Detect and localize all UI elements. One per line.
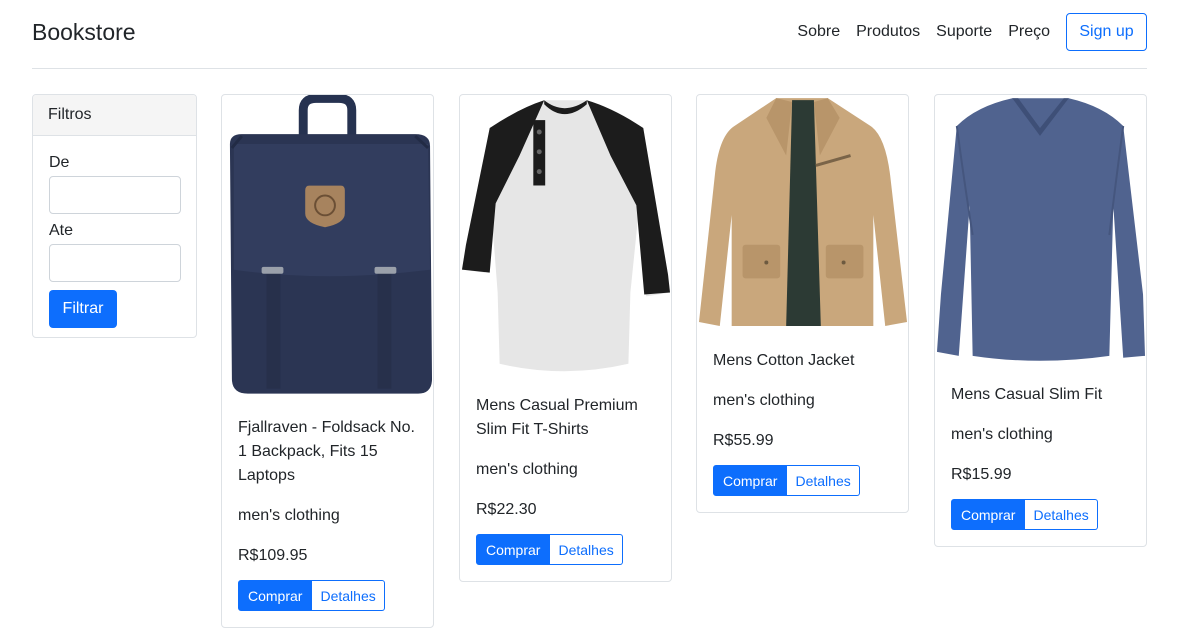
product-card: Mens Cotton Jacket men's clothing R$55.9… xyxy=(696,94,909,513)
details-button[interactable]: Detalhes xyxy=(787,465,860,496)
from-label: De xyxy=(49,154,70,171)
product-actions: Comprar Detalhes xyxy=(238,580,417,611)
product-actions: Comprar Detalhes xyxy=(951,499,1130,530)
shirt-image xyxy=(935,96,1146,366)
buy-button[interactable]: Comprar xyxy=(951,499,1026,530)
brand-logo[interactable]: Bookstore xyxy=(32,19,136,46)
product-title: Fjallraven - Foldsack No. 1 Backpack, Fi… xyxy=(238,419,415,484)
product-card: Mens Casual Slim Fit men's clothing R$15… xyxy=(934,94,1147,547)
buy-button[interactable]: Comprar xyxy=(238,580,313,611)
to-input[interactable] xyxy=(49,244,181,282)
card-body: Mens Casual Premium Slim Fit T-Shirts me… xyxy=(460,378,671,581)
product-title: Mens Casual Slim Fit xyxy=(951,386,1103,403)
product-title: Mens Cotton Jacket xyxy=(713,352,855,369)
nav-menu: Sobre Produtos Suporte Preço Sign up xyxy=(797,13,1147,51)
from-input[interactable] xyxy=(49,176,181,214)
filter-button[interactable]: Filtrar xyxy=(49,290,117,328)
card-body: Mens Casual Slim Fit men's clothing R$15… xyxy=(935,367,1146,546)
nav-link-produtos[interactable]: Produtos xyxy=(856,13,920,51)
product-price: R$22.30 xyxy=(476,501,537,518)
product-category: men's clothing xyxy=(951,426,1053,443)
buy-button[interactable]: Comprar xyxy=(476,534,551,565)
filter-title: Filtros xyxy=(33,95,196,136)
nav-link-preco[interactable]: Preço xyxy=(1008,13,1050,51)
navbar: Bookstore Sobre Produtos Suporte Preço S… xyxy=(32,0,1147,69)
to-label: Ate xyxy=(49,222,74,239)
card-body: Mens Cotton Jacket men's clothing R$55.9… xyxy=(697,333,908,512)
product-price: R$55.99 xyxy=(713,432,774,449)
signup-button[interactable]: Sign up xyxy=(1066,13,1147,51)
product-card: Fjallraven - Foldsack No. 1 Backpack, Fi… xyxy=(221,94,434,628)
product-card: Mens Casual Premium Slim Fit T-Shirts me… xyxy=(459,94,672,582)
details-button[interactable]: Detalhes xyxy=(312,580,385,611)
nav-link-suporte[interactable]: Suporte xyxy=(936,13,992,51)
backpack-image xyxy=(222,95,433,399)
nav-link-sobre[interactable]: Sobre xyxy=(797,13,840,51)
product-price: R$109.95 xyxy=(238,547,308,564)
product-actions: Comprar Detalhes xyxy=(476,534,655,565)
filter-body: De Ate Filtrar xyxy=(33,136,196,337)
details-button[interactable]: Detalhes xyxy=(550,534,623,565)
product-category: men's clothing xyxy=(713,392,815,409)
product-category: men's clothing xyxy=(476,461,578,478)
product-title: Mens Casual Premium Slim Fit T-Shirts xyxy=(476,397,638,438)
details-button[interactable]: Detalhes xyxy=(1025,499,1098,530)
product-actions: Comprar Detalhes xyxy=(713,465,892,496)
buy-button[interactable]: Comprar xyxy=(713,465,788,496)
product-category: men's clothing xyxy=(238,507,340,524)
jacket-image xyxy=(697,96,908,332)
tshirt-image xyxy=(460,96,671,377)
product-price: R$15.99 xyxy=(951,466,1012,483)
filter-panel: Filtros De Ate Filtrar xyxy=(32,94,197,338)
card-body: Fjallraven - Foldsack No. 1 Backpack, Fi… xyxy=(222,400,433,627)
